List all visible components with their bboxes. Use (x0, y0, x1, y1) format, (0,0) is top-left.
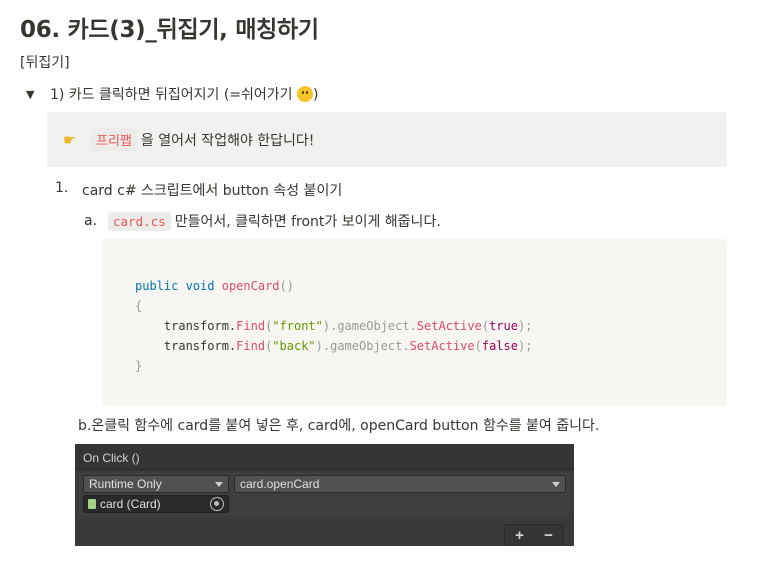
onclick-entry: Runtime Only card.openCard card (Card) (79, 472, 570, 516)
code-boolean: true (489, 319, 518, 333)
runtime-dropdown[interactable]: Runtime Only (83, 475, 229, 493)
slightly-smiling-face-icon (297, 86, 314, 102)
code-boolean: false (481, 339, 518, 353)
code-function: SetActive (409, 339, 475, 353)
list-item-text: 만들어서, 클릭하면 front가 보이게 해줍니다. (174, 214, 441, 230)
code-function: Find (236, 339, 266, 353)
object-picker-icon[interactable] (210, 497, 224, 511)
code-function: SetActive (416, 319, 482, 333)
code-function: openCard (221, 279, 280, 293)
chevron-down-icon (215, 482, 223, 487)
page-title: 06. 카드(3)_뒤집기, 매칭하기 (20, 17, 319, 43)
object-field[interactable]: card (Card) (83, 495, 229, 513)
toggle-block[interactable]: ▼ 1) 카드 클릭하면 뒤집어지기 (=쉬어가기 ) (26, 84, 318, 104)
onclick-header: On Click () (75, 444, 574, 470)
function-dropdown[interactable]: card.openCard (234, 475, 566, 493)
onclick-footer: + − (504, 524, 564, 546)
chevron-down-icon (552, 482, 560, 487)
code-block[interactable]: public void openCard() { transform.Find(… (102, 239, 727, 406)
code-text: transform. (163, 339, 237, 353)
list-item-text: card c# 스크립트에서 button 속성 붙이기 (82, 183, 343, 199)
code-string: "front" (272, 319, 323, 333)
code-punctuation: ( (481, 319, 490, 333)
toggle-arrow-icon[interactable]: ▼ (26, 88, 50, 101)
add-listener-button[interactable]: + (515, 527, 524, 544)
code-keyword: public (135, 279, 179, 293)
code-text: transform. (163, 319, 237, 333)
section-label: [뒤집기] (20, 55, 70, 71)
code-string: "back" (272, 339, 316, 353)
pointing-hand-icon: ☛ (63, 130, 77, 149)
code-line: { (135, 299, 143, 313)
remove-listener-button[interactable]: − (544, 527, 553, 544)
code-line: transform.Find ( "back").gameObject.SetAct… (135, 336, 727, 356)
code-punctuation: ); (517, 339, 533, 353)
unity-onclick-panel: On Click () Runtime Only card.openCard c… (75, 444, 574, 546)
list-item-1: 1. card c# 스크립트에서 button 속성 붙이기 (55, 180, 342, 200)
code-punctuation: ); (517, 319, 533, 333)
toggle-text: 1) 카드 클릭하면 뒤집어지기 (=쉬어가기 ) (50, 84, 318, 104)
inline-code-prefab: 프리팹 (91, 128, 137, 151)
runtime-dropdown-value: Runtime Only (89, 477, 162, 491)
inline-code-cardcs: card.cs (108, 211, 171, 231)
list-item-a: a. card.cs 만들어서, 클릭하면 front가 보이게 해줍니다. (84, 211, 441, 231)
code-punctuation: ( (474, 339, 482, 353)
code-text: ).gameObject. (322, 319, 417, 333)
code-line: public void openCard() (135, 276, 727, 296)
toggle-label: 1) 카드 클릭하면 뒤집어지기 (=쉬어가기 (50, 87, 298, 103)
list-item-b: b.온클릭 함수에 card를 붙여 넣은 후, card에, openCard… (78, 418, 600, 434)
list-letter: a. (84, 213, 98, 229)
code-line: } (135, 359, 143, 373)
toggle-label-end: ) (313, 87, 319, 103)
code-line: transform.Find ( "front").gameObject.SetAc… (135, 316, 727, 336)
function-dropdown-value: card.openCard (240, 477, 320, 491)
code-text: ).gameObject. (315, 339, 410, 353)
script-file-icon (88, 499, 96, 509)
code-keyword: void (185, 279, 215, 293)
callout-text: 을 열어서 작업해야 한답니다! (140, 132, 315, 149)
code-punctuation: () (279, 279, 294, 293)
object-field-value: card (Card) (100, 497, 161, 511)
list-number: 1. (55, 180, 69, 196)
code-function: Find (236, 319, 266, 333)
callout-box: ☛ 프리팹 을 열어서 작업해야 한답니다! (47, 112, 727, 167)
